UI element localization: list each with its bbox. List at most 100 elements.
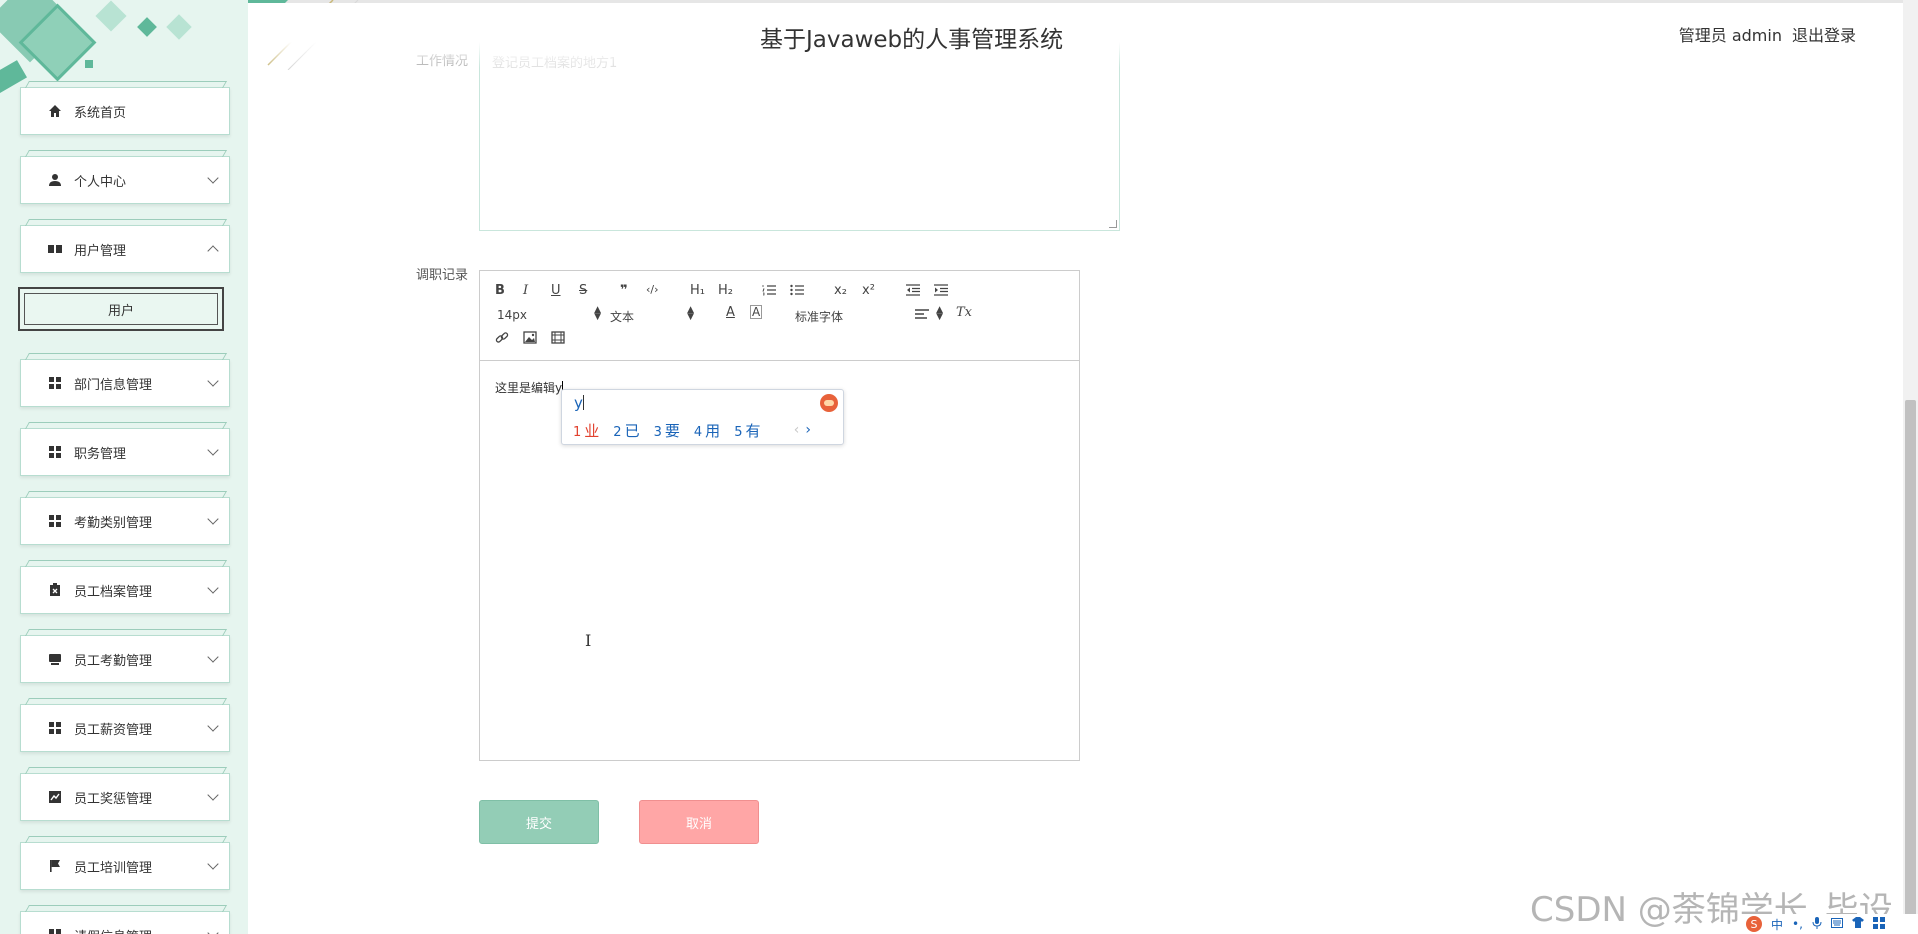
superscript-button[interactable]: x²: [862, 283, 875, 298]
menu-leave-info[interactable]: 请假信息管理: [20, 911, 230, 934]
link-icon[interactable]: [495, 331, 509, 349]
quote-button[interactable]: ❞: [620, 283, 628, 298]
logout-link[interactable]: 退出登录: [1792, 22, 1856, 46]
menu-home[interactable]: 系统首页: [20, 87, 230, 135]
menu-attendance-category[interactable]: 考勤类别管理: [20, 497, 230, 545]
menu-label: 考勤类别管理: [74, 515, 153, 531]
user-name: 管理员 admin: [1678, 26, 1782, 45]
subscript-button[interactable]: x₂: [834, 283, 847, 298]
grid-icon: [46, 512, 64, 530]
ime-candidate[interactable]: 1业: [573, 420, 599, 441]
text-style-select[interactable]: 文本 ▲ ▼: [610, 306, 694, 325]
chevron-down-icon: [207, 444, 219, 456]
clear-format-button[interactable]: Tx: [956, 305, 972, 320]
menu-label: 请假信息管理: [74, 926, 152, 934]
heading1-button[interactable]: H₁: [690, 283, 705, 298]
menu-employee-rewards[interactable]: 员工奖惩管理: [20, 773, 230, 821]
header-decoration: [248, 0, 368, 70]
textarea-placeholder: 登记员工档案的地方1: [492, 56, 618, 71]
chevron-down-icon: [207, 375, 219, 387]
ime-candidate[interactable]: 4用: [694, 420, 720, 441]
menu-employee-salary[interactable]: 员工薪资管理: [20, 704, 230, 752]
page-title: 基于Javaweb的人事管理系统: [760, 27, 1064, 53]
users-icon: [46, 240, 64, 258]
keyboard-icon[interactable]: [1830, 917, 1843, 931]
page: 系统首页 个人中心 用户管理 用户 部门信息管理 职务管理 考勤类别管理 员工档…: [0, 0, 1918, 934]
chevron-down-icon: [207, 172, 219, 184]
submenu-user[interactable]: 用户: [18, 287, 224, 331]
menu-label: 用户管理: [74, 243, 127, 259]
font-color-icon[interactable]: A: [726, 305, 735, 320]
select-arrows-icon: ▲ ▼: [687, 305, 695, 322]
sogou-logo-icon[interactable]: S: [1746, 916, 1762, 932]
indent-icon[interactable]: [934, 284, 948, 300]
ime-punctuation[interactable]: •,: [1792, 917, 1803, 931]
code-button[interactable]: ‹/›: [646, 283, 659, 296]
font-family-value: 标准字体: [795, 310, 844, 324]
video-icon[interactable]: [551, 331, 565, 348]
menu-user-management[interactable]: 用户管理: [20, 225, 230, 273]
ime-pager: ‹›: [794, 422, 817, 438]
menu-department[interactable]: 部门信息管理: [20, 359, 230, 407]
menu-personal-center[interactable]: 个人中心: [20, 156, 230, 204]
outdent-icon[interactable]: [906, 284, 920, 300]
resize-handle-icon[interactable]: [1109, 220, 1117, 228]
underline-button[interactable]: U: [551, 283, 561, 298]
work-situation-label: 工作情况: [415, 54, 468, 69]
menu-employee-archive[interactable]: 员工档案管理: [20, 566, 230, 614]
image-icon[interactable]: [523, 331, 537, 348]
menu-label: 个人中心: [74, 174, 127, 190]
microphone-icon[interactable]: [1812, 916, 1822, 932]
ime-candidate[interactable]: 3要: [654, 420, 680, 441]
chevron-down-icon: [207, 651, 219, 663]
font-size-select[interactable]: 14px ▲ ▼: [497, 306, 601, 323]
editor-toolbar: B I U S ❞ ‹/› H₁ H₂ x₂ x² 14px ▲ ▼ 文本 ▲ …: [480, 271, 1079, 361]
bold-button[interactable]: B: [495, 283, 505, 298]
cancel-button[interactable]: 取消: [639, 800, 759, 844]
scrollbar-thumb[interactable]: [1905, 400, 1916, 934]
menu-position[interactable]: 职务管理: [20, 428, 230, 476]
chevron-down-icon: [207, 582, 219, 594]
work-situation-textarea[interactable]: 登记员工档案的地方1: [479, 40, 1120, 231]
strike-button[interactable]: S: [579, 283, 587, 298]
submenu-label: 用户: [107, 303, 134, 319]
editor-content[interactable]: 这里是编辑y: [495, 379, 564, 396]
grid-icon: [46, 443, 64, 461]
font-family-select[interactable]: 标准字体 ▲ ▼: [795, 306, 943, 325]
submit-button[interactable]: 提交: [479, 800, 599, 844]
rich-text-editor[interactable]: B I U S ❞ ‹/› H₁ H₂ x₂ x² 14px ▲ ▼ 文本 ▲ …: [479, 270, 1080, 761]
flag-icon: [46, 857, 64, 875]
bullet-list-icon[interactable]: [790, 284, 804, 300]
background-color-icon[interactable]: A: [750, 305, 763, 319]
ime-candidate[interactable]: 2已: [613, 420, 639, 441]
clipboard-icon: [46, 581, 64, 599]
heading2-button[interactable]: H₂: [718, 283, 733, 298]
ime-prev-button[interactable]: ‹: [794, 422, 806, 438]
chevron-up-icon: [207, 245, 219, 257]
scrollbar-track[interactable]: [1903, 0, 1918, 934]
ime-candidate[interactable]: 5有: [734, 420, 760, 441]
sidebar: 系统首页 个人中心 用户管理 用户 部门信息管理 职务管理 考勤类别管理 员工档…: [0, 0, 248, 934]
ime-language[interactable]: 中: [1771, 916, 1783, 933]
menu-employee-training[interactable]: 员工培训管理: [20, 842, 230, 890]
grid-icon: [46, 374, 64, 392]
italic-button[interactable]: I: [523, 283, 528, 298]
menu-label: 员工档案管理: [74, 584, 153, 600]
chevron-down-icon: [207, 513, 219, 525]
toolbox-icon[interactable]: [1872, 916, 1885, 932]
ordered-list-icon[interactable]: [762, 284, 776, 300]
ime-candidate-popup: y 1业 2已 3要 4用 5有 ‹›: [561, 389, 844, 445]
align-left-icon[interactable]: [915, 308, 929, 324]
shirt-icon[interactable]: [1851, 917, 1864, 931]
chevron-down-icon: [207, 789, 219, 801]
ime-candidates: 1业 2已 3要 4用 5有: [573, 420, 760, 441]
home-icon: [46, 102, 64, 120]
select-arrows-icon: ▲ ▼: [936, 305, 944, 322]
menu-label: 员工薪资管理: [74, 722, 153, 738]
ime-logo-icon[interactable]: [820, 394, 838, 412]
ime-next-button[interactable]: ›: [805, 422, 817, 438]
person-icon: [46, 171, 64, 189]
menu-employee-attendance[interactable]: 员工考勤管理: [20, 635, 230, 683]
monitor-icon: [46, 650, 64, 668]
chart-icon: [46, 788, 64, 806]
